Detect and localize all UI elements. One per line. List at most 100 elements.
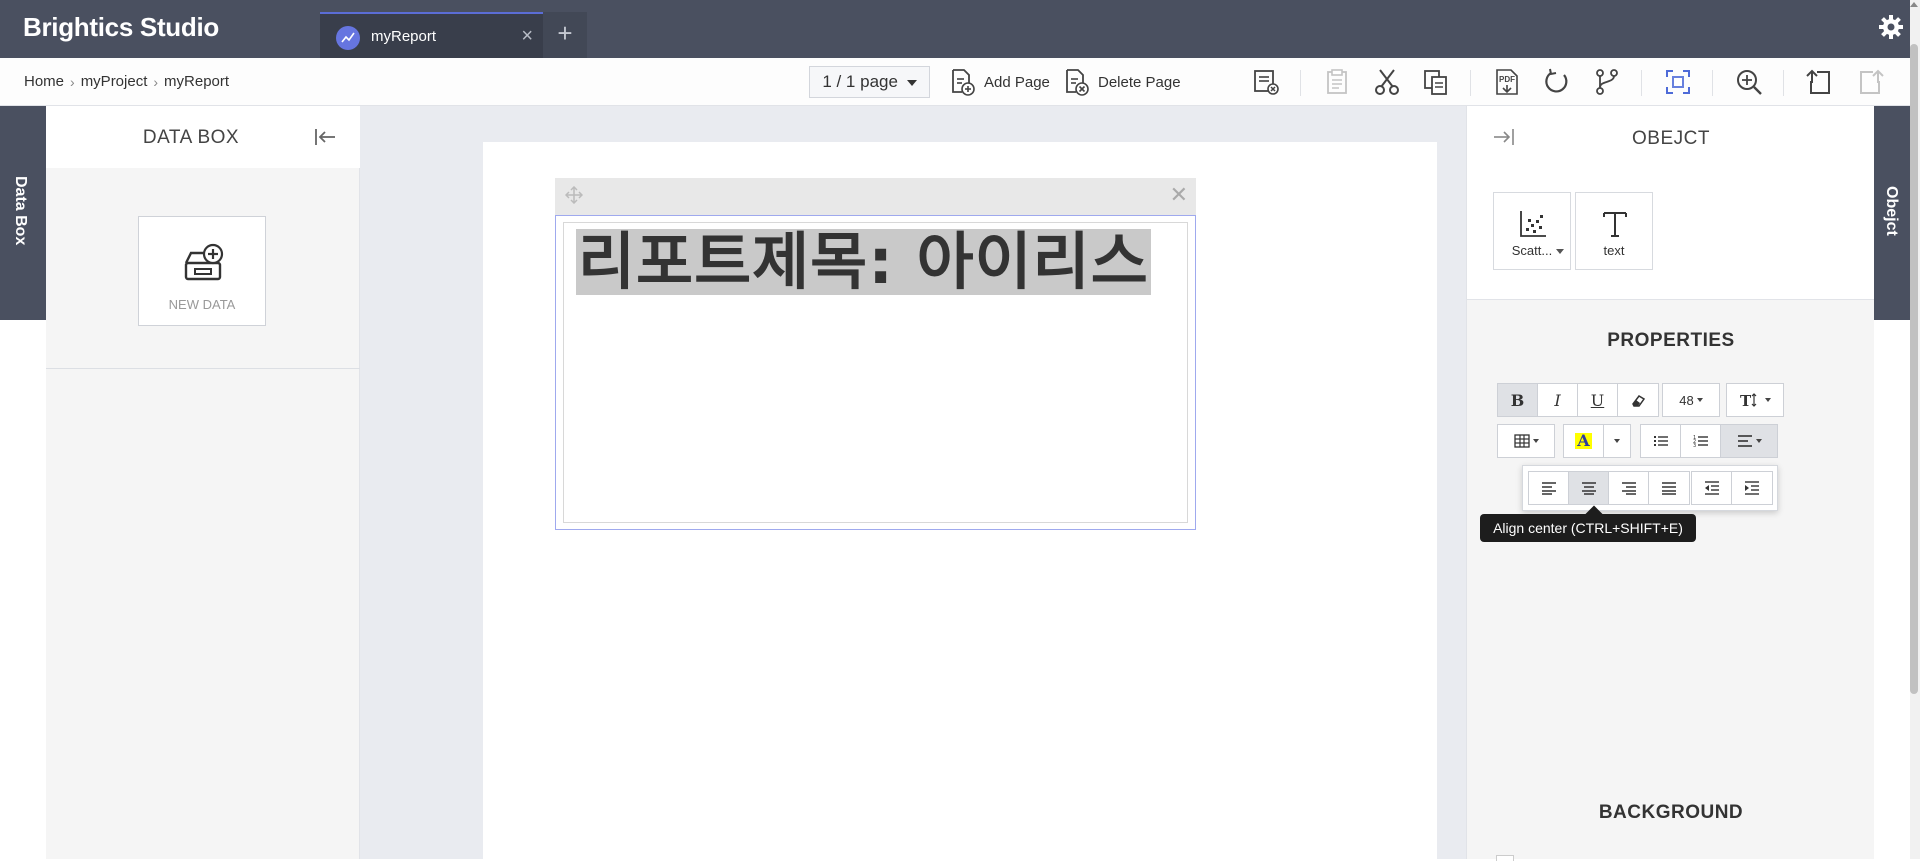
underline-button[interactable]: U [1578, 384, 1618, 416]
object-text[interactable]: text [1575, 192, 1653, 270]
fit-selection-icon[interactable] [1663, 67, 1693, 97]
font-size-button[interactable]: 48 [1663, 384, 1719, 416]
align-right-icon [1621, 482, 1636, 495]
app-logo[interactable]: Brightics Studio [23, 12, 219, 43]
outdent-button[interactable] [1692, 472, 1732, 504]
background-title: BACKGROUND [1598, 802, 1744, 823]
add-page-icon [952, 69, 975, 96]
refresh-icon[interactable] [1542, 67, 1572, 97]
undo-icon[interactable] [1805, 67, 1835, 97]
page-selector[interactable]: 1 / 1 page [809, 66, 930, 98]
cut-icon[interactable] [1372, 67, 1402, 97]
paragraph-align-dropdown[interactable] [1721, 425, 1777, 457]
eraser-button[interactable] [1618, 384, 1658, 416]
add-data-icon [183, 243, 225, 283]
numbered-list-button[interactable]: 123 [1681, 425, 1721, 457]
data-box-edge-tab[interactable]: Data Box [0, 106, 46, 320]
branch-icon[interactable] [1592, 67, 1622, 97]
toolbar-divider [1712, 70, 1713, 96]
bold-button[interactable]: B [1498, 384, 1538, 416]
text-height-dropdown[interactable]: T [1726, 383, 1784, 417]
bullet-list-button[interactable] [1641, 425, 1681, 457]
align-center-icon [1581, 482, 1596, 495]
zoom-in-icon[interactable] [1734, 67, 1764, 97]
widget-close-icon[interactable]: ✕ [1170, 184, 1188, 206]
align-justify-button[interactable] [1649, 472, 1689, 504]
tab-close-icon[interactable]: × [521, 26, 533, 46]
alignment-group [1528, 471, 1690, 505]
add-page-button[interactable]: Add Page [950, 67, 1050, 97]
align-right-button[interactable] [1609, 472, 1649, 504]
gear-icon[interactable] [1876, 12, 1906, 42]
numbered-list-icon: 123 [1693, 435, 1708, 448]
italic-label: I [1554, 390, 1561, 410]
align-left-icon [1541, 482, 1556, 495]
indent-group [1691, 471, 1773, 505]
caret-down-icon [1696, 398, 1703, 402]
breadcrumb-project[interactable]: myProject [81, 73, 148, 90]
font-color-button[interactable]: A [1564, 425, 1604, 457]
align-left-button[interactable] [1529, 472, 1569, 504]
object-scatter[interactable]: Scatt... [1493, 192, 1571, 270]
font-color-dropdown[interactable] [1604, 425, 1630, 457]
align-center-button[interactable] [1569, 472, 1609, 504]
toolbar-divider [1641, 70, 1642, 96]
list-align-group: 123 [1640, 424, 1778, 458]
text-icon [1600, 209, 1630, 239]
indent-icon [1745, 481, 1759, 495]
align-left-icon [1737, 435, 1752, 447]
caret-down-icon [906, 79, 917, 86]
new-data-button[interactable]: NEW DATA [138, 216, 266, 326]
data-box-edge-label: Data Box [12, 176, 29, 246]
text-editor-area[interactable]: 리포트제목: 아이리스 [563, 222, 1188, 523]
delete-object-icon[interactable] [1251, 67, 1281, 97]
breadcrumb-report[interactable]: myReport [164, 73, 229, 90]
table-dropdown[interactable] [1497, 424, 1555, 458]
collapse-left-icon[interactable] [312, 124, 338, 150]
align-center-tooltip: Align center (CTRL+SHIFT+E) [1480, 514, 1696, 542]
caret-down-icon[interactable] [1556, 249, 1564, 254]
top-bar: Brightics Studio myReport × + [0, 0, 1920, 58]
toolbar-divider [1300, 70, 1301, 96]
move-icon[interactable] [564, 185, 584, 205]
redo-icon[interactable] [1855, 67, 1885, 97]
divider [46, 368, 360, 369]
text-height-button[interactable]: T [1727, 384, 1783, 416]
font-size-dropdown[interactable]: 48 [1662, 383, 1720, 417]
page-scrollbar[interactable] [1910, 0, 1920, 859]
indent-button[interactable] [1732, 472, 1772, 504]
caret-down-icon [1532, 439, 1539, 443]
text-widget[interactable]: 리포트제목: 아이리스 [555, 215, 1196, 530]
italic-button[interactable]: I [1538, 384, 1578, 416]
font-color-icon: A [1575, 431, 1592, 450]
delete-page-button[interactable]: Delete Page [1064, 67, 1181, 97]
tab-myreport[interactable]: myReport × [320, 12, 543, 58]
eraser-icon [1632, 395, 1646, 407]
caret-down-icon [1755, 439, 1762, 443]
add-tab-button[interactable]: + [543, 12, 587, 58]
scroll-up-icon[interactable] [1910, 2, 1918, 7]
page-selector-label: 1 / 1 page [822, 72, 898, 91]
align-justify-icon [1662, 482, 1676, 495]
text-widget-header[interactable]: ✕ [555, 178, 1196, 215]
scrollbar-thumb[interactable] [1910, 44, 1918, 694]
chevron-right-icon: › [153, 73, 159, 90]
paste-icon[interactable] [1322, 67, 1352, 97]
report-title-text[interactable]: 리포트제목: 아이리스 [576, 229, 1151, 295]
svg-text:3: 3 [1693, 443, 1696, 448]
object-edge-tab[interactable]: Obejct [1874, 106, 1910, 320]
alignment-popover [1522, 465, 1778, 511]
breadcrumb: Home › myProject › myReport [24, 73, 229, 90]
new-data-label: NEW DATA [168, 297, 236, 312]
object-text-label: text [1603, 243, 1625, 258]
pdf-export-icon[interactable]: PDF [1492, 67, 1522, 97]
table-button[interactable] [1498, 425, 1554, 457]
underline-label: U [1590, 390, 1605, 410]
copy-icon[interactable] [1421, 67, 1451, 97]
bold-label: B [1510, 390, 1525, 410]
background-checkbox[interactable] [1496, 855, 1514, 861]
caret-down-icon [1614, 439, 1620, 443]
breadcrumb-home[interactable]: Home [24, 73, 64, 90]
bullet-list-icon [1653, 436, 1668, 446]
delete-page-label: Delete Page [1098, 73, 1181, 91]
